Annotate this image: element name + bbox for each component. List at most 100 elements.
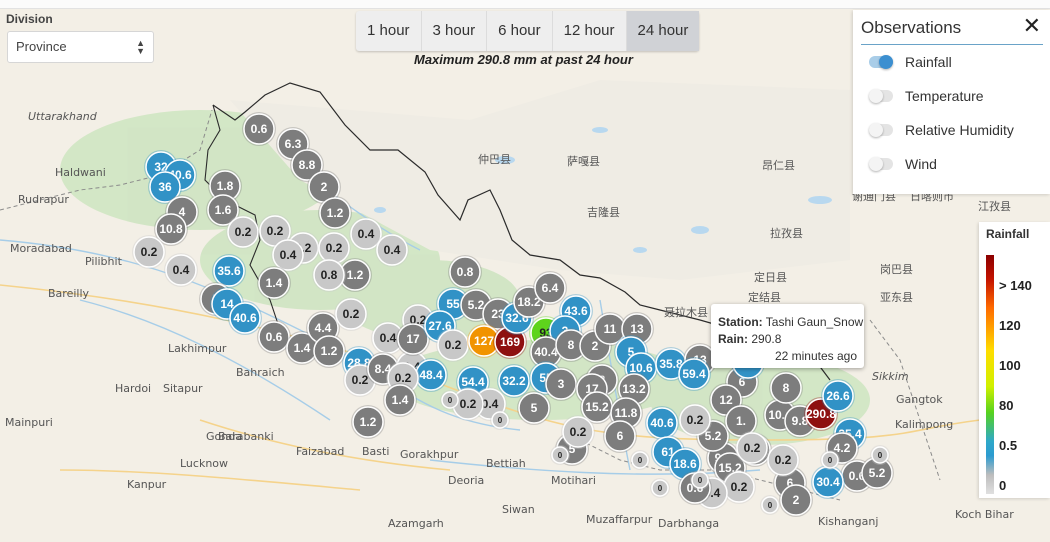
map-label: Sikkim: [872, 370, 909, 383]
rainfall-marker[interactable]: 0.2: [334, 297, 368, 331]
rainfall-marker-value: 0.2: [235, 225, 252, 239]
rainfall-marker[interactable]: 0.2: [735, 431, 769, 465]
map-label: Kanpur: [127, 478, 167, 491]
rainfall-marker[interactable]: 0: [440, 390, 460, 410]
rainfall-marker-value: 1.2: [347, 268, 364, 282]
rainfall-marker[interactable]: 0.2: [678, 403, 712, 437]
map-label: Pilibhit: [85, 255, 123, 268]
close-icon[interactable]: ✕: [1023, 13, 1041, 39]
rainfall-marker[interactable]: 0: [490, 410, 510, 430]
rainfall-marker-value: 26.6: [826, 389, 850, 403]
time-button-1-hour[interactable]: 1 hour: [356, 11, 422, 51]
relative-humidity-toggle[interactable]: [869, 123, 893, 137]
rainfall-marker[interactable]: 0.8: [448, 255, 482, 289]
map-label: Darbhanga: [658, 517, 719, 530]
time-button-3-hour[interactable]: 3 hour: [422, 11, 488, 51]
rainfall-marker-value: 8: [568, 338, 575, 352]
observation-label: Rainfall: [905, 54, 952, 70]
rainfall-marker-value: 55: [446, 297, 460, 311]
map-label: 江孜县: [978, 199, 1011, 213]
rainfall-marker-value: 0.2: [775, 453, 792, 467]
wind-toggle[interactable]: [869, 157, 893, 171]
rainfall-marker-value: 0.2: [460, 397, 477, 411]
rainfall-marker-value: 0.4: [280, 248, 297, 262]
rainfall-marker[interactable]: 0: [760, 495, 780, 515]
rainfall-marker[interactable]: 0.2: [766, 443, 800, 477]
rainfall-marker-value: 10.8: [159, 222, 183, 236]
rainfall-marker-value: 2: [592, 339, 599, 353]
legend-label-0-5: 0.5: [999, 438, 1018, 453]
rainfall-marker-value: 0.2: [267, 224, 284, 238]
rainfall-marker-value: 1.2: [321, 344, 338, 358]
rainfall-marker[interactable]: 40.6: [228, 301, 262, 335]
rainfall-marker[interactable]: 26.6: [821, 379, 855, 413]
time-button-24-hour[interactable]: 24 hour: [626, 11, 700, 51]
map-label: 仲巴县: [478, 152, 511, 166]
rainfall-marker-value: 0: [658, 484, 663, 493]
legend-label-0: 0: [999, 478, 1007, 493]
rainfall-marker[interactable]: 0: [870, 445, 890, 465]
observation-item-rainfall[interactable]: Rainfall: [869, 52, 952, 72]
temperature-toggle[interactable]: [869, 89, 893, 103]
map-label: Kalimpong: [895, 418, 953, 431]
rainfall-marker-value: 17: [406, 332, 420, 346]
rainfall-marker[interactable]: 3: [544, 367, 578, 401]
rainfall-marker[interactable]: 0: [550, 445, 570, 465]
map-label: 吉隆县: [587, 205, 620, 219]
observation-item-relative-humidity[interactable]: Relative Humidity: [869, 120, 1014, 140]
map-label: Basti: [362, 445, 389, 458]
rainfall-marker-value: 0: [448, 396, 453, 405]
rainfall-marker[interactable]: 1.2: [318, 196, 352, 230]
rainfall-marker[interactable]: 0.2: [132, 235, 166, 269]
province-select[interactable]: Province ▲ ▼: [7, 31, 154, 63]
rainfall-marker[interactable]: 0: [690, 470, 710, 490]
rainfall-marker[interactable]: 6.4: [533, 271, 567, 305]
maximum-rainfall-text: Maximum 290.8 mm at past 24 hour: [414, 52, 633, 67]
map-label: Deoria: [448, 474, 484, 487]
rainfall-marker[interactable]: 6: [603, 419, 637, 453]
map-label: Motihari: [551, 474, 596, 487]
rainfall-marker[interactable]: 0: [650, 478, 670, 498]
map-label: 萨嘎县: [567, 155, 600, 168]
rainfall-marker-value: 0.4: [358, 227, 375, 241]
rainfall-marker[interactable]: 0.4: [375, 233, 409, 267]
rainfall-marker[interactable]: 1.2: [351, 405, 385, 439]
rainfall-marker[interactable]: 2: [779, 483, 813, 517]
rainfall-marker[interactable]: 0: [820, 450, 840, 470]
rainfall-marker[interactable]: 59.4: [677, 357, 711, 391]
rainfall-marker-value: 1.: [736, 414, 746, 428]
rainfall-marker[interactable]: 0.4: [164, 253, 198, 287]
observation-label: Temperature: [905, 88, 984, 104]
rainfall-marker-value: 0.2: [141, 245, 158, 259]
rainfall-marker-value: 0: [698, 476, 703, 485]
station-tooltip: Station: Tashi Gaun_Snow Rain: 290.8 22 …: [711, 304, 864, 368]
rainfall-marker[interactable]: 30.4: [811, 465, 845, 499]
rainfall-marker[interactable]: 40.6: [645, 406, 679, 440]
rainfall-marker-value: 3: [558, 377, 565, 391]
rainfall-marker[interactable]: 0.2: [561, 415, 595, 449]
rainfall-marker-value: 2: [793, 493, 800, 507]
rainfall-marker-value: 0: [498, 416, 503, 425]
rainfall-marker-value: 0.2: [570, 425, 587, 439]
rainfall-marker[interactable]: 0.2: [436, 328, 470, 362]
rainfall-toggle[interactable]: [869, 55, 893, 69]
time-button-6-hour[interactable]: 6 hour: [487, 11, 553, 51]
rainfall-marker[interactable]: 1.4: [383, 383, 417, 417]
rainfall-marker[interactable]: 5: [517, 391, 551, 425]
rainfall-marker[interactable]: 1.4: [257, 266, 291, 300]
rainfall-marker-value: 13: [630, 322, 644, 336]
observation-item-temperature[interactable]: Temperature: [869, 86, 984, 106]
rainfall-marker[interactable]: 1.2: [312, 334, 346, 368]
rainfall-marker[interactable]: 0.2: [226, 215, 260, 249]
observation-item-wind[interactable]: Wind: [869, 154, 937, 174]
time-button-12-hour[interactable]: 12 hour: [553, 11, 627, 51]
map-label: Muzaffarpur: [586, 513, 653, 526]
rainfall-marker-value: 15.2: [585, 400, 609, 414]
rainfall-marker[interactable]: 8: [769, 371, 803, 405]
map-label: 拉孜县: [770, 226, 803, 240]
rainfall-marker[interactable]: 0.8: [312, 258, 346, 292]
rainfall-marker[interactable]: 0.6: [242, 112, 276, 146]
rainfall-marker-value: 0.2: [343, 307, 360, 321]
rainfall-marker-value: 54.4: [461, 375, 485, 389]
rainfall-marker[interactable]: 0: [630, 450, 650, 470]
